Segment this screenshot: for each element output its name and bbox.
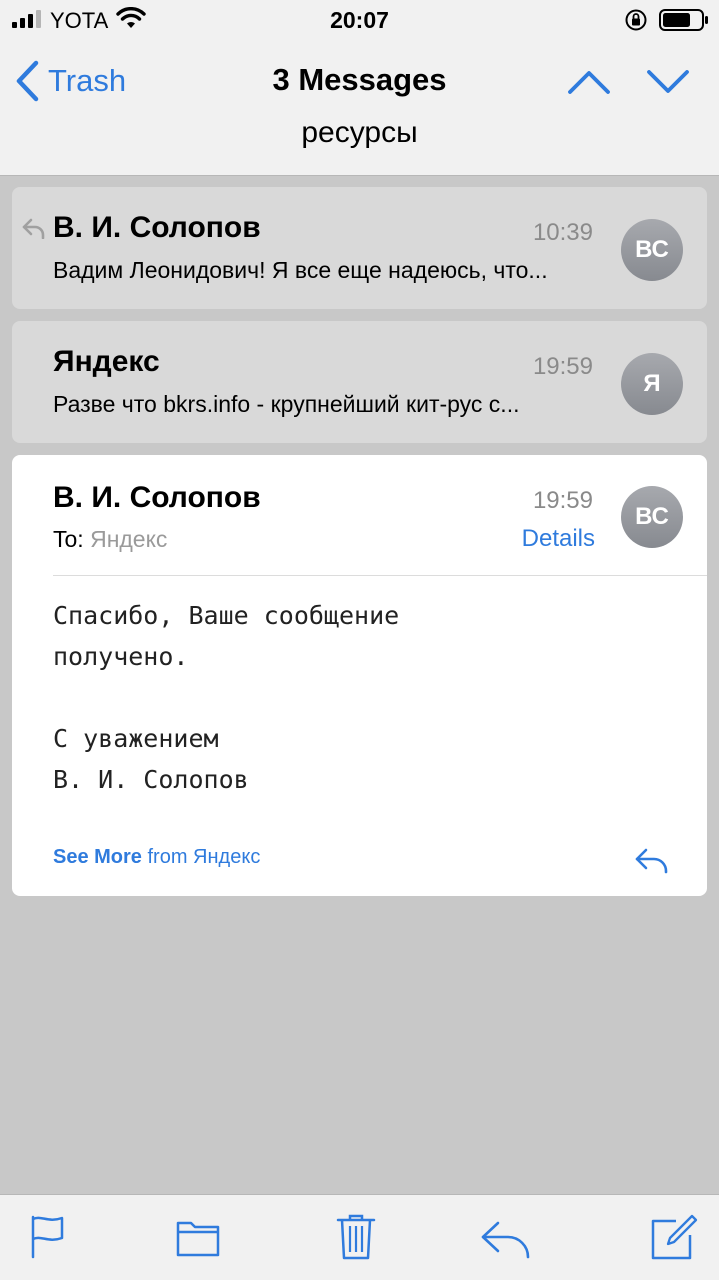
see-more-link[interactable]: See More from Яндекс [53, 846, 260, 869]
recipient-name[interactable]: Яндекс [90, 526, 167, 552]
bottom-toolbar [0, 1194, 719, 1280]
status-time: 20:07 [330, 7, 389, 33]
message-body-line: С уважением [53, 724, 219, 753]
folder-icon [176, 1221, 220, 1257]
thread-subject: ресурсы [301, 116, 418, 149]
reply-button[interactable] [480, 1213, 532, 1261]
message-body: Спасибо, Ваше сообщение получено. С уваже… [53, 595, 653, 800]
divider [53, 575, 707, 576]
expanded-message-card: В. И. Солопов 19:59 ВС To: Яндекс Detail… [12, 455, 707, 896]
reply-icon[interactable] [634, 845, 670, 875]
message-sender: В. И. Солопов [53, 211, 261, 244]
next-thread-button[interactable] [645, 62, 691, 102]
delete-button[interactable] [335, 1213, 377, 1261]
message-sender: Яндекс [53, 345, 160, 378]
replied-icon [22, 218, 45, 239]
message-time: 10:39 [532, 219, 593, 246]
message-body-line: получено. [53, 642, 189, 671]
orientation-lock-icon [625, 9, 647, 31]
message-body-line [53, 677, 653, 718]
message-card[interactable]: Яндекс 19:59 Разве что bkrs.info - крупн… [12, 321, 707, 443]
message-card[interactable]: В. И. Солопов 10:39 Вадим Леонидович! Я … [12, 187, 707, 309]
battery-icon [659, 9, 708, 31]
message-preview: Разве что bkrs.info - крупнейший кит-рус… [53, 391, 520, 417]
move-to-folder-button[interactable] [176, 1213, 220, 1261]
message-time: 19:59 [532, 353, 593, 380]
flag-icon [31, 1215, 64, 1259]
message-preview: Вадим Леонидович! Я все еще надеюсь, что… [53, 257, 548, 283]
flag-button[interactable] [28, 1213, 68, 1261]
compose-icon [651, 1214, 698, 1260]
avatar: ВС [621, 219, 683, 281]
previous-thread-button[interactable] [566, 62, 612, 102]
reply-icon [481, 1221, 530, 1259]
navigation-bar: Trash 3 Messages ресурсы [0, 40, 719, 176]
recipient-line: To: Яндекс [53, 526, 167, 553]
compose-button[interactable] [650, 1213, 698, 1261]
message-time: 19:59 [532, 487, 593, 514]
message-body-line: Спасибо, Ваше сообщение [53, 601, 400, 630]
avatar: ВС [621, 486, 683, 548]
status-bar: YOTA 20:07 [0, 0, 719, 40]
avatar: Я [621, 353, 683, 415]
message-sender: В. И. Солопов [53, 481, 261, 514]
details-link[interactable]: Details [522, 525, 595, 553]
see-more-source: from Яндекс [147, 846, 261, 868]
see-more-label: See More [53, 846, 142, 868]
trash-icon [336, 1214, 376, 1260]
to-label: To: [53, 526, 84, 552]
message-body-line: В. И. Солопов [53, 765, 249, 794]
